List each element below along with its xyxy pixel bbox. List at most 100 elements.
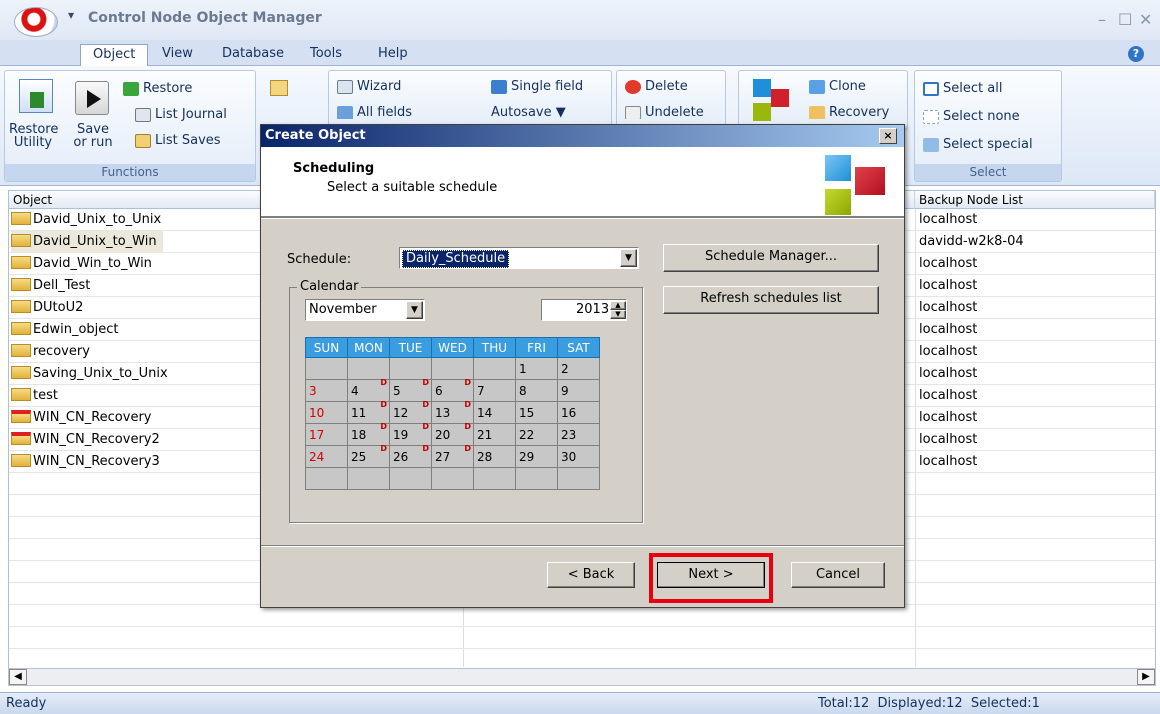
wizard-button[interactable]: Wizard xyxy=(337,79,401,94)
calendar-day[interactable]: 16 xyxy=(557,401,600,424)
schedule-marker: D xyxy=(464,378,471,387)
recovery-button[interactable]: Recovery xyxy=(809,105,889,119)
object-cell[interactable]: WIN_CN_Recovery2 xyxy=(11,429,160,451)
object-cell[interactable]: David_Unix_to_Unix xyxy=(11,209,161,231)
calendar-day[interactable]: 21 xyxy=(473,423,516,446)
tab-object[interactable]: Object xyxy=(80,44,149,66)
chevron-down-icon[interactable]: ▼ xyxy=(620,249,637,267)
calendar-day[interactable]: 5D xyxy=(389,378,432,402)
calendar-day[interactable]: 25 D xyxy=(347,444,390,468)
object-cell[interactable]: Saving_Unix_to_Unix xyxy=(11,363,168,385)
month-chevron-down-icon[interactable]: ▼ xyxy=(406,301,423,319)
object-cell[interactable]: David_Win_to_Win xyxy=(11,253,152,275)
calendar-day[interactable]: 30 xyxy=(557,445,600,468)
calendar-day[interactable]: 23 xyxy=(557,423,600,446)
maximize-icon[interactable]: ☐ xyxy=(1118,10,1132,29)
calendar-day[interactable]: 2 xyxy=(557,357,600,380)
delete-button[interactable]: Delete xyxy=(625,79,688,94)
calendar-day[interactable]: 14 xyxy=(473,401,516,424)
undelete-button[interactable]: Undelete xyxy=(625,105,704,119)
object-cell[interactable]: WIN_CN_Recovery3 xyxy=(11,451,160,473)
autosave-dropdown[interactable]: Autosave ▼ xyxy=(491,105,566,119)
calendar-day[interactable]: 29 xyxy=(515,445,558,468)
minimize-icon[interactable]: – xyxy=(1098,10,1106,29)
calendar-day[interactable]: 28 xyxy=(473,445,516,468)
object-cell[interactable]: DUtoU2 xyxy=(11,297,83,319)
close-window-icon[interactable]: ✕ xyxy=(1139,10,1152,29)
calendar-day[interactable]: 10 xyxy=(305,401,348,424)
object-name: Edwin_object xyxy=(33,322,119,337)
calendar-day[interactable]: 26 D xyxy=(389,444,432,468)
calendar-day[interactable]: 12 D xyxy=(389,400,432,424)
restore-utility-button[interactable]: Restore Utility xyxy=(9,123,58,149)
calendar-day[interactable]: 6D xyxy=(431,378,474,402)
quick-access-dropdown-icon[interactable]: ▾ xyxy=(68,8,74,22)
scroll-right-icon[interactable]: ▶ xyxy=(1137,669,1155,685)
day-number: 6 xyxy=(435,383,443,398)
dialog-close-icon[interactable]: × xyxy=(879,128,897,144)
dialog-heading: Scheduling xyxy=(293,161,375,176)
back-button[interactable]: < Back xyxy=(547,562,635,588)
calendar-day[interactable]: 4D xyxy=(347,378,390,402)
select-all-button[interactable]: Select all xyxy=(923,81,1002,96)
object-cell[interactable]: test xyxy=(11,385,58,407)
object-cell[interactable]: Edwin_object xyxy=(11,319,119,341)
weekday-header: MON xyxy=(347,337,390,358)
calendar-day[interactable]: 24 xyxy=(305,445,348,468)
schedule-marker: D xyxy=(464,444,471,453)
calendar-day[interactable]: 11 D xyxy=(347,400,390,424)
calendar-day[interactable]: 1 xyxy=(515,357,558,380)
schedule-manager-button[interactable]: Schedule Manager... xyxy=(663,244,879,272)
schedule-select[interactable]: Daily_Schedule ▼ xyxy=(399,247,639,269)
calendar-day[interactable]: 15 xyxy=(515,401,558,424)
object-cell[interactable]: Dell_Test xyxy=(11,275,90,297)
folder-icon xyxy=(11,234,31,247)
list-saves-button[interactable]: List Saves xyxy=(135,133,221,148)
tab-tools[interactable]: Tools xyxy=(298,44,354,66)
year-down-icon[interactable]: ▼ xyxy=(610,310,626,319)
horizontal-scrollbar[interactable]: ◀ ▶ xyxy=(8,668,1156,686)
day-number: 11 xyxy=(351,405,367,420)
single-field-button[interactable]: Single field xyxy=(491,79,583,94)
column-header-backup-node-list[interactable]: Backup Node List xyxy=(915,191,1155,209)
ribbon-group-delete: Delete Undelete xyxy=(616,70,726,130)
calendar-day[interactable]: 3 xyxy=(305,379,348,402)
all-fields-button[interactable]: All fields xyxy=(337,105,412,119)
scroll-left-icon[interactable]: ◀ xyxy=(9,669,27,685)
calendar-day[interactable]: 20 D xyxy=(431,422,474,446)
tab-help[interactable]: Help xyxy=(366,44,420,66)
cancel-button[interactable]: Cancel xyxy=(791,562,885,588)
tab-database[interactable]: Database xyxy=(210,44,296,66)
calendar-day[interactable]: 17 xyxy=(305,423,348,446)
logo-blue-square xyxy=(825,155,851,181)
select-none-button[interactable]: Select none xyxy=(923,109,1020,124)
calendar-day[interactable]: 18 D xyxy=(347,422,390,446)
save-or-run-button[interactable]: Save or run xyxy=(69,123,117,149)
help-icon[interactable]: ? xyxy=(1128,46,1144,62)
object-cell[interactable]: WIN_CN_Recovery xyxy=(11,407,152,429)
calendar-day[interactable]: 7 xyxy=(473,379,516,402)
refresh-schedules-button[interactable]: Refresh schedules list xyxy=(663,286,879,314)
object-cell[interactable]: recovery xyxy=(11,341,90,363)
object-cell[interactable]: David_Unix_to_Win xyxy=(11,231,163,253)
year-up-icon[interactable]: ▲ xyxy=(610,301,626,310)
day-number: 22 xyxy=(519,427,535,442)
script-icon[interactable] xyxy=(270,80,288,96)
app-logo-icon[interactable] xyxy=(14,7,58,37)
restore-button[interactable]: Restore xyxy=(123,81,192,96)
list-journal-button[interactable]: List Journal xyxy=(135,107,227,122)
clone-button[interactable]: Clone xyxy=(809,79,866,94)
month-select[interactable]: November ▼ xyxy=(305,299,425,321)
calendar-empty-cell xyxy=(515,467,558,490)
calendar-day[interactable]: 9 xyxy=(557,379,600,402)
calendar-day[interactable]: 19 D xyxy=(389,422,432,446)
next-button[interactable]: Next > xyxy=(657,562,765,588)
tab-view[interactable]: View xyxy=(150,44,205,66)
calendar-day[interactable]: 8 xyxy=(515,379,558,402)
day-number: 24 xyxy=(309,449,325,464)
calendar-day[interactable]: 13 D xyxy=(431,400,474,424)
calendar-day[interactable]: 22 xyxy=(515,423,558,446)
year-spinner[interactable]: 2013 ▲ ▼ xyxy=(541,299,627,321)
calendar-day[interactable]: 27 D xyxy=(431,444,474,468)
select-special-button[interactable]: Select special xyxy=(923,137,1033,152)
